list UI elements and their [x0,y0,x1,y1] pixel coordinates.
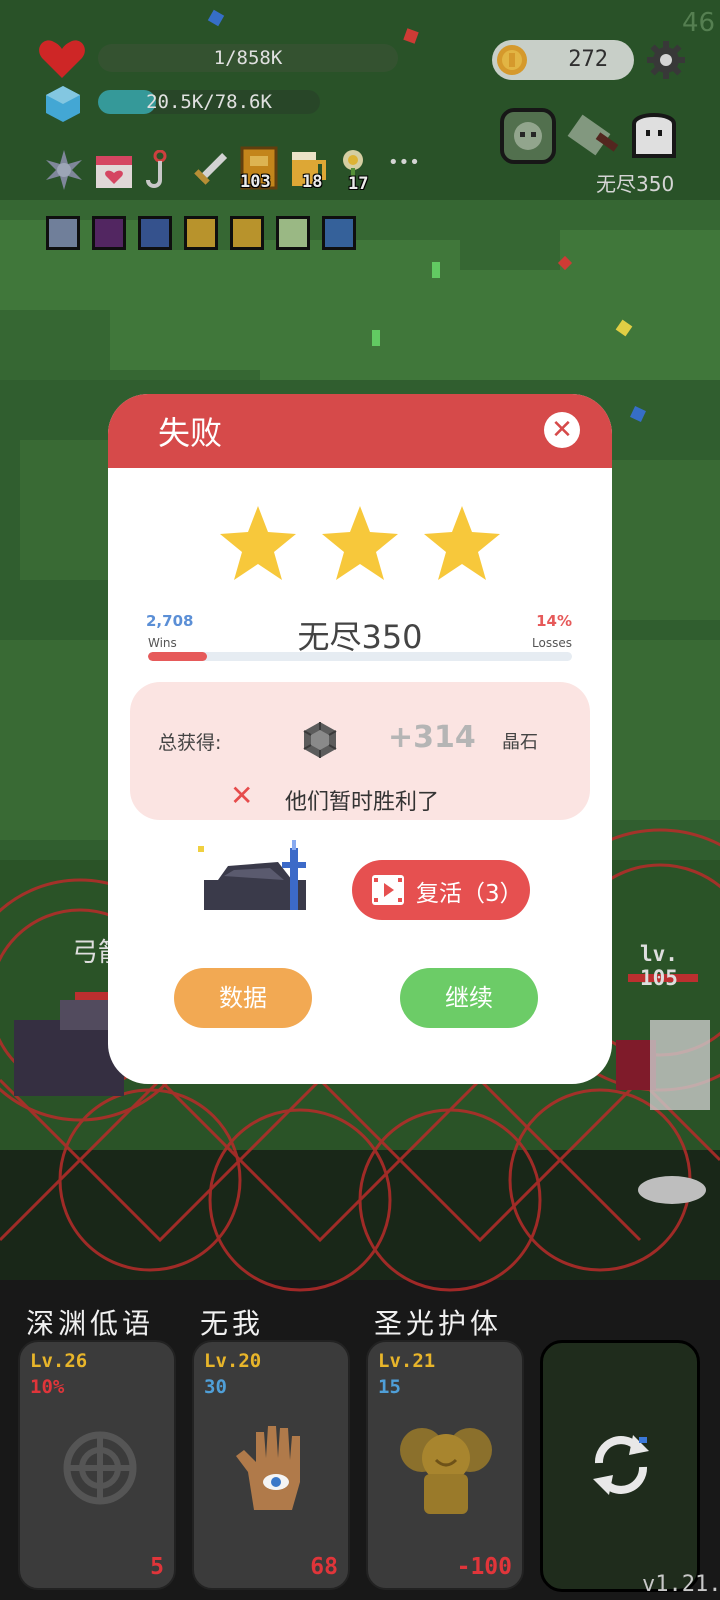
defeat-dialog: 失败 ✕ 2,708 Wins 无尽350 14% Losses 总获得: +3… [108,394,612,1084]
skill-card-holy-shield[interactable]: Lv.21 15 -100 [366,1340,524,1590]
close-icon: ✕ [551,415,573,445]
skill-cost: -100 [456,1554,512,1580]
skill-name-abyss: 深渊低语 [26,1307,155,1340]
refresh-skills-button[interactable] [540,1340,700,1592]
skill-level: Lv.21 [378,1350,436,1372]
crosshair-icon [63,1431,137,1505]
close-button[interactable]: ✕ [544,412,580,448]
golden-shield-icon [400,1428,492,1514]
crystal-gem-icon [303,722,337,758]
refresh-icon [593,1435,649,1495]
reward-amount: +314 [388,720,476,755]
revive-button[interactable]: 复活（3） [352,860,530,920]
skill-card-selfless[interactable]: Lv.20 30 68 [192,1340,350,1590]
skill-stat: 10% [30,1376,65,1398]
fail-message: 他们暂时胜利了 [285,790,440,815]
star-icon [424,506,500,580]
reward-unit: 晶石 [502,732,538,753]
dialog-title: 失败 [158,414,223,452]
star-rating [220,506,500,580]
skill-level: Lv.20 [204,1350,262,1372]
version-label: v1.21.2 [642,1572,720,1597]
losses-label: Losses [532,636,572,650]
losses-value: 14% [536,612,572,630]
hamsa-hand-icon [236,1426,300,1510]
skill-name-holy-shield: 圣光护体 [374,1307,503,1340]
skill-stat: 15 [378,1376,401,1398]
fallen-hero-sprite [198,840,306,910]
skill-stat: 30 [204,1376,227,1398]
data-button[interactable]: 数据 [174,968,312,1028]
loss-progress-bar [148,652,572,661]
skill-cost: 68 [310,1554,338,1580]
loss-progress-fill [148,652,208,661]
star-icon [322,506,398,580]
continue-button[interactable]: 继续 [400,968,538,1028]
skill-name-selfless: 无我 [200,1307,265,1340]
dialog-header: 失败 ✕ [108,394,612,468]
skill-cost: 5 [150,1554,164,1580]
fail-x-icon: ✕ [230,779,254,812]
reward-panel: 总获得: +314 晶石 ✕ 他们暂时胜利了 [130,682,590,820]
star-icon [220,506,296,580]
video-ad-icon [372,875,404,905]
skill-level: Lv.26 [30,1350,88,1372]
skill-card-abyss[interactable]: Lv.26 10% 5 [18,1340,176,1590]
revive-label: 复活（3） [416,881,523,907]
total-earned-label: 总获得: [158,732,222,754]
